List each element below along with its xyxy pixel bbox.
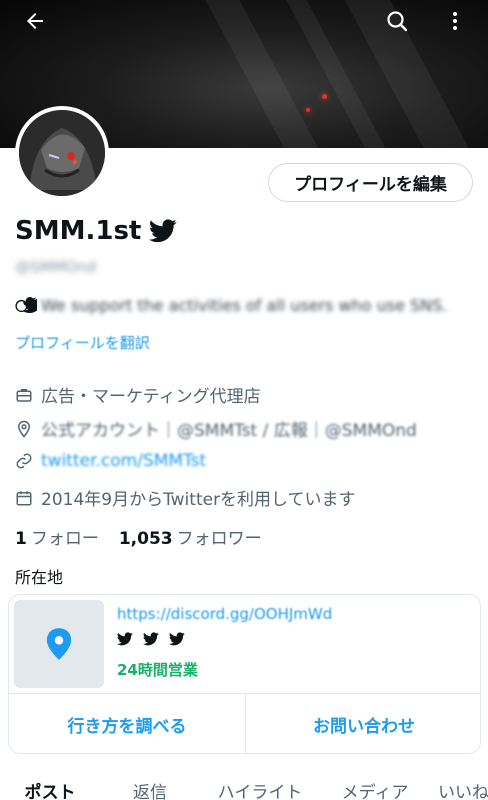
twitter-bird-icon <box>143 632 159 646</box>
search-button[interactable] <box>378 2 416 40</box>
followers-count: 1,053 <box>118 529 173 549</box>
back-button[interactable] <box>16 2 54 40</box>
profile-tabs: ポスト 返信 ハイライト メディア いいね <box>0 770 488 800</box>
location-text: 公式アカウント｜@SMMTst / 広報｜@SMMOnd <box>41 421 417 441</box>
card-url[interactable]: https://discord.gg/OOHJmWd <box>117 605 332 623</box>
briefcase-icon <box>16 388 32 402</box>
business-hours: 24時間営業 <box>117 661 198 679</box>
twitter-bird-icon <box>117 632 133 646</box>
location-row: 公式アカウント｜@SMMTst / 広報｜@SMMOnd <box>15 416 417 441</box>
directions-button[interactable]: 行き方を調べる <box>9 694 245 753</box>
twitter-bird-icon <box>149 219 177 243</box>
tab-media[interactable]: メディア <box>320 770 430 800</box>
more-vertical-icon <box>453 12 457 30</box>
category-row: 広告・マーケティング代理店 <box>15 382 261 407</box>
map-pin-icon <box>46 628 72 660</box>
edit-profile-button[interactable]: プロフィールを編集 <box>268 163 473 202</box>
profile-name-row: SMM.1st <box>15 216 177 246</box>
website-row: twitter.com/SMMTst <box>15 451 206 471</box>
translate-profile-link[interactable]: プロフィールを翻訳 <box>15 332 150 353</box>
location-section-title: 所在地 <box>15 568 64 587</box>
card-bird-icons <box>117 632 185 646</box>
location-pin-icon <box>17 420 31 438</box>
tab-likes[interactable]: いいね <box>430 770 488 800</box>
twitter-bird-icon <box>169 632 185 646</box>
category-text: 広告・マーケティング代理店 <box>41 387 261 407</box>
bio-text: We support the activities of all users w… <box>41 296 448 315</box>
arrow-left-icon <box>27 13 43 29</box>
search-icon <box>387 11 408 32</box>
following-count: 1 <box>15 529 27 549</box>
display-name: SMM.1st <box>15 216 142 246</box>
location-card: https://discord.gg/OOHJmWd 24時間営業 行き方を調べ… <box>8 594 481 754</box>
tab-replies[interactable]: 返信 <box>100 770 200 800</box>
following-link[interactable]: 1 フォロー <box>15 524 99 549</box>
bio: We support the activities of all users w… <box>15 296 447 315</box>
contact-button[interactable]: お問い合わせ <box>246 694 480 753</box>
calendar-icon <box>16 490 32 505</box>
link-icon <box>16 453 32 469</box>
followers-link[interactable]: 1,053 フォロワー <box>119 524 262 549</box>
avatar[interactable] <box>15 106 109 200</box>
followers-label: フォロワー <box>176 529 262 549</box>
follow-stats: 1 フォロー 1,053 フォロワー <box>15 524 262 549</box>
joined-row: 2014年9月からTwitterを利用しています <box>15 485 356 510</box>
tab-posts[interactable]: ポスト <box>0 770 100 800</box>
avatar-image <box>19 110 105 196</box>
handle: @SMMOnd <box>15 258 97 276</box>
website-link[interactable]: twitter.com/SMMTst <box>41 451 206 471</box>
more-button[interactable] <box>436 2 474 40</box>
joined-text: 2014年9月からTwitterを利用しています <box>41 490 356 510</box>
emoji-bird-icon <box>15 296 37 313</box>
following-label: フォロー <box>30 529 99 549</box>
map-thumbnail[interactable] <box>14 600 104 688</box>
tab-highlights[interactable]: ハイライト <box>200 770 320 800</box>
